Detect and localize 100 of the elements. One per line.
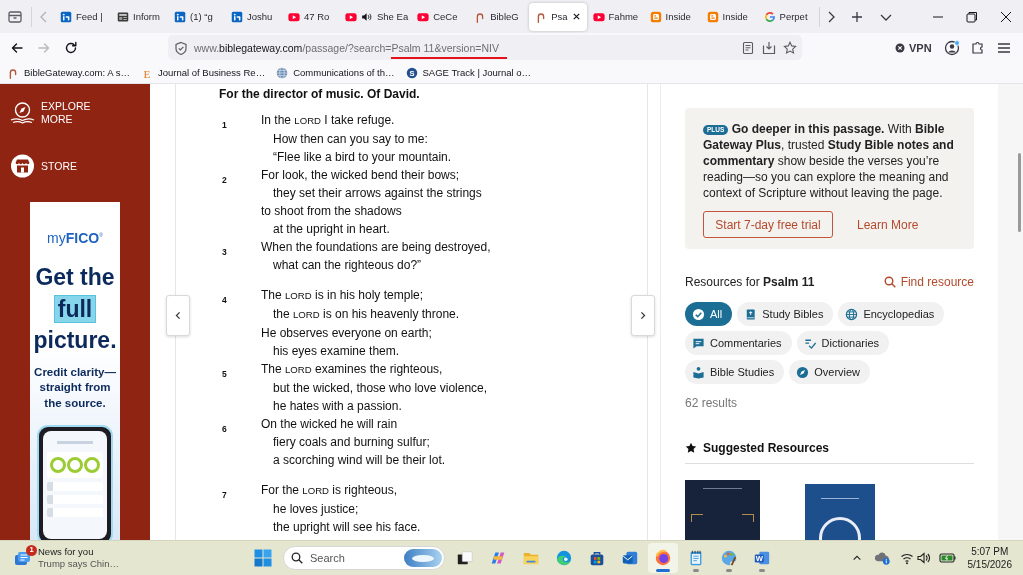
- browser-tab[interactable]: Feed |: [56, 3, 112, 30]
- verse-line: what can the righteous do?”: [272, 257, 423, 274]
- reload-icon[interactable]: [63, 39, 79, 56]
- account-icon[interactable]: [943, 39, 960, 56]
- verse-line: the LORD is on his heavenly throne.: [272, 306, 460, 323]
- globe-icon: [276, 66, 289, 79]
- verse-line: the upright will see his face.: [272, 519, 421, 536]
- ad-headline: Get the full picture.: [33, 262, 117, 355]
- browser-tab[interactable]: Joshu: [227, 3, 283, 30]
- shop-icon: [10, 154, 35, 178]
- reader-icon: [692, 365, 705, 379]
- search-icon: [883, 276, 896, 288]
- browser-tab[interactable]: Inside: [702, 3, 759, 30]
- clock-date[interactable]: 5/15/2026: [967, 558, 1012, 571]
- browser-tab[interactable]: CeCe: [413, 3, 470, 30]
- filter-chip[interactable]: All: [685, 302, 733, 326]
- star-icon[interactable]: [783, 40, 797, 55]
- reader-view-icon[interactable]: [741, 40, 755, 55]
- clock-time[interactable]: 5:07 PM: [971, 545, 1009, 558]
- battery-icon[interactable]: [938, 550, 956, 566]
- download-tray-icon[interactable]: [762, 40, 776, 55]
- browser-tab[interactable]: She Ea: [341, 3, 413, 30]
- scrollbar-thumb[interactable]: [1018, 153, 1021, 232]
- google-icon: [763, 10, 776, 23]
- news-headline[interactable]: Trump says Chin…: [38, 558, 119, 570]
- filter-chip[interactable]: Encyclopedias: [838, 302, 945, 326]
- puzzle-piece-icon[interactable]: [969, 39, 986, 56]
- task-view-icon[interactable]: [456, 549, 474, 567]
- filter-chip[interactable]: Bible Studies: [685, 360, 785, 384]
- address-field[interactable]: www.biblegateway.com/passage/?search=Psalm 11&version=NIV: [168, 35, 802, 60]
- verse-line: his eyes examine them.: [272, 343, 401, 360]
- browser-tab[interactable]: Fahme: [588, 3, 645, 30]
- close-icon[interactable]: [1000, 10, 1012, 23]
- section-title: Suggested Resources: [703, 441, 830, 455]
- verse-number: 4: [222, 295, 227, 305]
- palette-icon[interactable]: [720, 549, 738, 567]
- bookmark-item[interactable]: S SAGE Track | Journal o…: [405, 66, 532, 79]
- book-icon: [744, 307, 758, 321]
- browser-tab[interactable]: 47 Ro: [284, 3, 340, 30]
- verse-line: For the LORD is righteous,: [261, 482, 399, 499]
- cloud-info-icon[interactable]: [873, 550, 891, 566]
- browser-tab[interactable]: Psa: [529, 2, 587, 31]
- mail-app-icon[interactable]: [621, 549, 639, 567]
- find-resource-link[interactable]: Find resource: [883, 274, 974, 290]
- verse-line: at the upright in heart.: [272, 221, 391, 238]
- bookmark-item[interactable]: Communications of th…: [276, 66, 395, 79]
- edge-icon[interactable]: [555, 549, 573, 567]
- sidebar-link[interactable]: EXPLORE MORE: [0, 100, 150, 126]
- news-title[interactable]: News for you: [38, 546, 94, 558]
- chevron-left-icon: [174, 310, 182, 321]
- brand-logo: myFICO$^{®}$: [47, 228, 103, 246]
- close-icon[interactable]: [571, 12, 581, 21]
- sage-logo-icon: S: [405, 66, 418, 79]
- advertisement-banner[interactable]: myFICO$^{®}$ Get the full picture. Credit clarity—straight from the source.: [30, 202, 120, 540]
- results-count: 62 results: [685, 395, 739, 411]
- active-app-button[interactable]: [648, 543, 678, 573]
- ad-tagline: Credit clarity—straight from the source.: [33, 364, 117, 411]
- news-widget-icon[interactable]: [14, 550, 31, 566]
- filter-chip[interactable]: Commentaries: [685, 331, 792, 355]
- browser-tab[interactable]: Inside: [645, 3, 702, 30]
- restore-icon[interactable]: [966, 10, 978, 23]
- start-icon[interactable]: [254, 549, 272, 567]
- verse-number: 6: [222, 424, 227, 434]
- resources-heading: Resources for Psalm 11: [685, 274, 815, 290]
- shield-icon[interactable]: [174, 40, 188, 55]
- search-highlight-image[interactable]: [404, 549, 442, 567]
- video-play-icon: [345, 10, 357, 23]
- video-play-icon: [417, 10, 430, 23]
- verse-line: fiery coals and burning sulfur;: [272, 434, 431, 451]
- vpn-button[interactable]: VPN: [895, 41, 932, 54]
- wifi-icon[interactable]: [899, 551, 914, 565]
- blogger-icon: [649, 10, 662, 23]
- comment-icon: [692, 336, 705, 350]
- bookmark-item[interactable]: E Journal of Business Re…: [140, 66, 266, 79]
- browser-tab[interactable]: BibleG: [470, 3, 527, 30]
- verse-line: “Flee like a bird to your mountain.: [272, 149, 452, 166]
- browser-tab[interactable]: (1) “g: [170, 3, 226, 30]
- linkedin-icon: [231, 10, 243, 23]
- chevron-right-icon: [639, 310, 647, 321]
- firefox-icon[interactable]: [654, 549, 672, 567]
- verse-number: 7: [222, 490, 227, 500]
- verse-line: For look, the wicked bend their bows;: [261, 167, 461, 184]
- filter-chip[interactable]: Overview: [789, 360, 871, 384]
- browser-tab[interactable]: Perpet: [759, 3, 816, 30]
- speaker-icon[interactable]: [361, 10, 373, 23]
- sidebar-link[interactable]: STORE: [0, 154, 150, 178]
- volume-icon[interactable]: [915, 551, 930, 565]
- linkedin-icon: [60, 10, 72, 23]
- tab-list-icon[interactable]: [7, 8, 23, 25]
- bookmark-item[interactable]: BibleGateway.com: A s…: [7, 66, 130, 79]
- free-trial-button[interactable]: Start 7-day free trial: [703, 211, 833, 238]
- filter-chip[interactable]: Study Bibles: [737, 302, 834, 326]
- compass-icon: [796, 365, 810, 379]
- learn-more-link[interactable]: Learn More: [857, 217, 919, 232]
- verse-line: a scorching wind will be their lot.: [272, 452, 446, 469]
- compass-book-icon: [10, 101, 35, 125]
- filter-chip[interactable]: Dictionaries: [796, 331, 889, 355]
- store-bag-icon[interactable]: [588, 549, 606, 567]
- x-circle-icon: [895, 42, 905, 53]
- browser-tab[interactable]: Inform: [113, 3, 169, 30]
